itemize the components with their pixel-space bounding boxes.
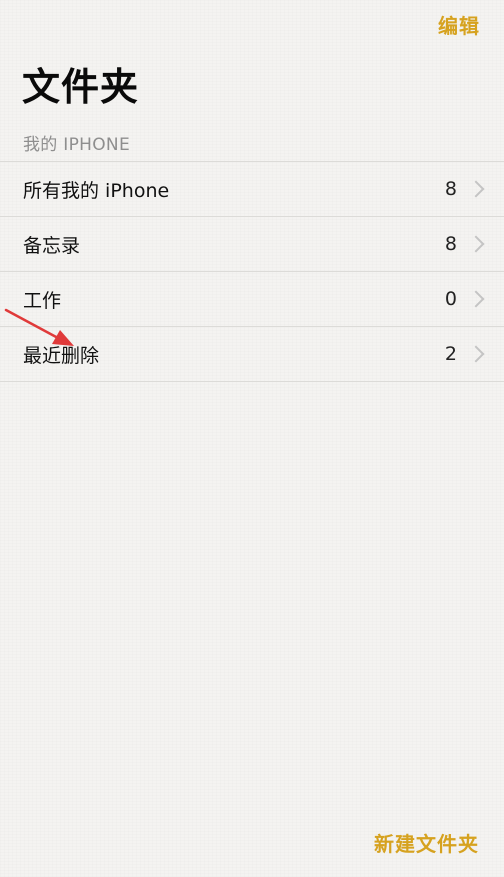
- folder-name: 工作: [23, 289, 62, 312]
- folder-row-all-iphone[interactable]: 所有我的 iPhone 8: [0, 162, 504, 217]
- new-folder-button[interactable]: 新建文件夹: [374, 828, 479, 857]
- folder-name: 备忘录: [23, 234, 81, 257]
- folder-count: 8: [444, 233, 457, 255]
- folder-name: 最近删除: [23, 344, 100, 367]
- folder-list: 所有我的 iPhone 8 备忘录 8 工作 0 最近删除 2: [0, 161, 504, 382]
- folder-count: 8: [444, 178, 457, 200]
- chevron-right-icon: [467, 235, 485, 253]
- chevron-right-icon: [467, 345, 485, 363]
- chevron-right-icon: [467, 290, 485, 308]
- chevron-right-icon: [467, 180, 485, 198]
- folder-row-work[interactable]: 工作 0: [0, 272, 504, 327]
- folder-row-recently-deleted[interactable]: 最近删除 2: [0, 327, 504, 382]
- folder-name: 所有我的 iPhone: [23, 179, 170, 202]
- section-header-my-iphone: 我的 IPHONE: [23, 135, 130, 155]
- folder-count: 2: [444, 343, 457, 365]
- page-title: 文件夹: [22, 65, 140, 109]
- folder-count: 0: [444, 288, 457, 310]
- edit-button[interactable]: 编辑: [438, 10, 480, 39]
- folder-row-notes[interactable]: 备忘录 8: [0, 217, 504, 272]
